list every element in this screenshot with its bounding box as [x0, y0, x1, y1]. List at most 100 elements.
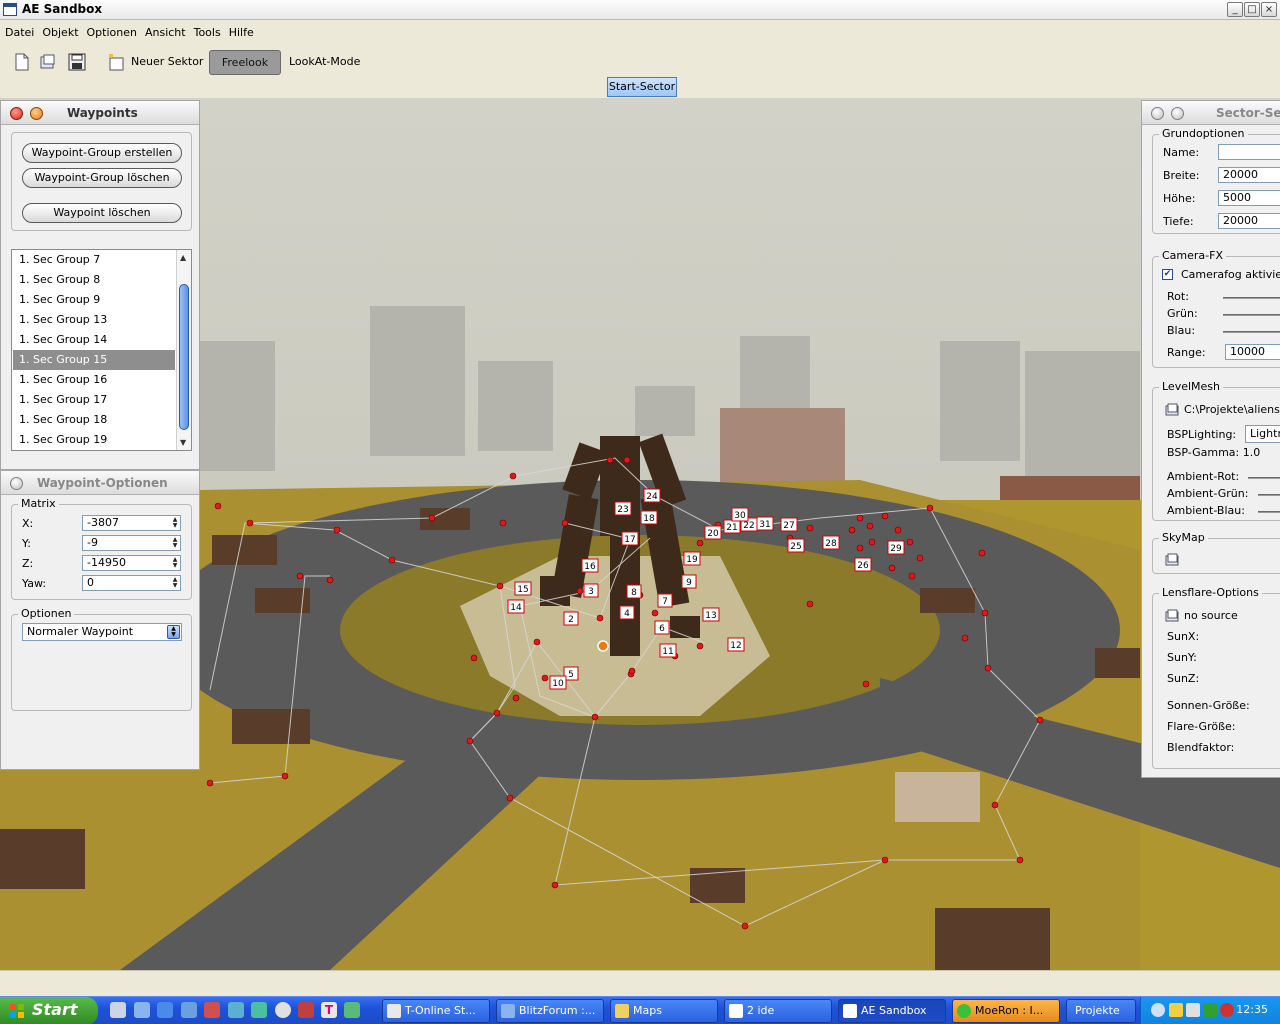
new-sector-icon[interactable] [106, 52, 126, 72]
task-ide-group[interactable]: 2 ide [724, 999, 832, 1023]
ambient-blue-slider[interactable] [1258, 511, 1280, 513]
waypoint-options-header[interactable]: Waypoint-Optionen [1, 471, 199, 495]
waypoint-type-select[interactable]: Normaler Waypoint ▲ ▼ [22, 623, 182, 641]
tray-arrow-icon[interactable] [1151, 1003, 1165, 1017]
delete-waypoint-button[interactable]: Waypoint löschen [22, 203, 182, 223]
scrollbar-thumb[interactable] [179, 284, 189, 430]
bsp-lighting-select[interactable]: Lightma [1245, 425, 1280, 443]
tray-network-icon[interactable] [1186, 1003, 1200, 1017]
width-input[interactable]: 20000 [1218, 167, 1280, 183]
tab-start-sector[interactable]: Start-Sector [607, 77, 677, 97]
minimize-button[interactable]: _ [1227, 2, 1243, 17]
title-bar[interactable]: AE Sandbox _ □ × [0, 0, 1280, 20]
maximize-button[interactable]: □ [1244, 2, 1260, 17]
delete-waypoint-group-button[interactable]: Waypoint-Group löschen [22, 168, 182, 188]
list-item[interactable]: 1. Sec Group 19 [13, 430, 175, 450]
menu-tools[interactable]: Tools [189, 24, 224, 39]
open-file-icon[interactable] [38, 52, 58, 72]
close-icon[interactable] [10, 107, 23, 120]
waypoints-panel-header[interactable]: Waypoints [1, 101, 199, 125]
menu-ansicht[interactable]: Ansicht [140, 24, 189, 39]
menu-hilfe[interactable]: Hilfe [224, 24, 257, 39]
task-blitzforum[interactable]: BlitzForum :... [496, 999, 604, 1023]
waypoint-tag: 6 [654, 620, 670, 635]
start-button[interactable]: Start [0, 997, 98, 1024]
app-icon[interactable] [344, 1002, 360, 1018]
new-file-icon[interactable] [12, 52, 32, 72]
freelook-button[interactable]: Freelook [209, 50, 281, 75]
list-item-selected[interactable]: 1. Sec Group 15 [13, 350, 175, 370]
close-icon[interactable] [1151, 107, 1164, 120]
list-item[interactable]: 1. Sec Group 9 [13, 290, 175, 310]
yaw-input[interactable]: 0 ▲ ▼ [82, 575, 181, 591]
list-scrollbar[interactable]: ▲ ▼ [176, 250, 191, 450]
camerafog-checkbox[interactable]: ✔ [1162, 269, 1173, 280]
waypoint-tag: 27 [780, 517, 798, 532]
svg-text:31: 31 [759, 520, 770, 530]
skymap-folder-icon[interactable] [1165, 553, 1179, 567]
minimize-icon[interactable] [30, 107, 43, 120]
y-input[interactable]: -9 ▲ ▼ [82, 535, 181, 551]
close-button[interactable]: × [1261, 2, 1277, 17]
create-waypoint-group-button[interactable]: Waypoint-Group erstellen [22, 143, 182, 163]
height-input[interactable]: 5000 [1218, 190, 1280, 206]
tray-app-icon[interactable] [1203, 1003, 1217, 1017]
list-item[interactable]: 1. Sec Group 7 [13, 250, 175, 270]
svg-text:24: 24 [646, 492, 658, 502]
menu-optionen[interactable]: Optionen [82, 24, 140, 39]
name-input[interactable] [1218, 144, 1280, 160]
folder-icon[interactable] [1165, 403, 1179, 417]
depth-input[interactable]: 20000 [1218, 213, 1280, 229]
bsp-gamma-label: BSP-Gamma: 1.0 [1167, 446, 1261, 459]
blue-slider[interactable] [1223, 331, 1280, 333]
list-item[interactable]: 1. Sec Group 17 [13, 390, 175, 410]
task-ae-sandbox[interactable]: AE Sandbox [838, 999, 946, 1023]
app-icon[interactable] [204, 1002, 220, 1018]
collapse-icon[interactable] [10, 477, 23, 490]
range-label: Range: [1167, 346, 1206, 359]
new-sector-button[interactable]: Neuer Sektor [131, 55, 203, 68]
sector-panel-header[interactable]: Sector-Se [1142, 101, 1280, 125]
svg-text:9: 9 [686, 578, 692, 588]
list-item[interactable]: 1. Sec Group 8 [13, 270, 175, 290]
green-slider[interactable] [1223, 314, 1280, 316]
app-icon[interactable] [251, 1002, 267, 1018]
lensflare-folder-icon[interactable] [1165, 609, 1179, 623]
task-maps[interactable]: Maps [610, 999, 718, 1023]
task-t-online[interactable]: T-Online St... [382, 999, 490, 1023]
scroll-up-icon[interactable]: ▲ [180, 253, 186, 262]
menu-datei[interactable]: Datei [0, 24, 37, 39]
range-input[interactable]: 10000 [1225, 344, 1280, 360]
lookat-mode-button[interactable]: LookAt-Mode [289, 55, 360, 68]
blue-label: Blau: [1167, 324, 1196, 337]
waypoint-group-list[interactable]: 1. Sec Group 7 1. Sec Group 8 1. Sec Gro… [11, 249, 192, 451]
explorer-icon[interactable] [134, 1002, 150, 1018]
ambient-blue-label: Ambient-Blau: [1167, 504, 1245, 517]
list-item[interactable]: 1. Sec Group 18 [13, 410, 175, 430]
desktop-icon[interactable] [110, 1002, 126, 1018]
save-icon[interactable] [67, 52, 87, 72]
ie-icon[interactable] [157, 1002, 173, 1018]
minimize-icon[interactable] [1171, 107, 1184, 120]
list-item[interactable]: 1. Sec Group 14 [13, 330, 175, 350]
list-item[interactable]: 1. Sec Group 16 [13, 370, 175, 390]
tray-security-icon[interactable] [1220, 1003, 1234, 1017]
task-projekte[interactable]: Projekte [1066, 999, 1136, 1023]
ambient-red-slider[interactable] [1248, 477, 1280, 479]
scroll-down-icon[interactable]: ▼ [180, 438, 186, 447]
browser-icon[interactable] [181, 1002, 197, 1018]
ambient-green-slider[interactable] [1258, 494, 1280, 496]
t-online-icon[interactable]: T [321, 1002, 337, 1018]
x-input[interactable]: -3807 ▲ ▼ [82, 515, 181, 531]
red-slider[interactable] [1223, 297, 1280, 299]
task-moeron[interactable]: MoeRon : I... [952, 999, 1060, 1023]
app-icon[interactable] [298, 1002, 314, 1018]
menu-objekt[interactable]: Objekt [37, 24, 81, 39]
svg-text:22: 22 [743, 521, 754, 531]
chevron-down-icon[interactable]: ▲ ▼ [167, 625, 180, 639]
z-input[interactable]: -14950 ▲ ▼ [82, 555, 181, 571]
network-icon[interactable] [228, 1002, 244, 1018]
tray-warning-icon[interactable] [1169, 1003, 1183, 1017]
list-item[interactable]: 1. Sec Group 13 [13, 310, 175, 330]
media-icon[interactable] [275, 1002, 291, 1018]
